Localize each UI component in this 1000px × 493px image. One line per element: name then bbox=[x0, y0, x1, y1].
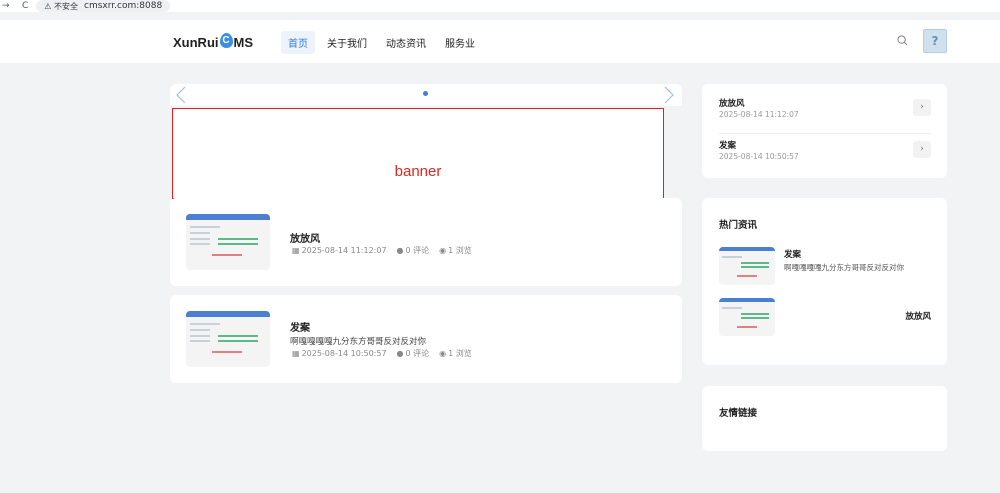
eye-icon: ◉ bbox=[439, 349, 447, 358]
article-views: ◉ 1 浏览 bbox=[439, 245, 472, 256]
logo-suffix: MS bbox=[233, 35, 254, 50]
banner-text: banner bbox=[394, 163, 442, 180]
article-views-text: 1 浏览 bbox=[448, 349, 472, 358]
article-views: ◉ 1 浏览 bbox=[439, 348, 472, 359]
comment-icon: ● bbox=[396, 246, 404, 255]
recent-item-date: 2025-08-14 11:12:07 bbox=[719, 110, 799, 119]
article-date: ▦ 2025-08-14 10:50:57 bbox=[292, 348, 387, 359]
hot-news-item-title[interactable]: 发案 bbox=[784, 248, 801, 260]
search-icon[interactable] bbox=[897, 35, 908, 46]
banner-slider: banner bbox=[170, 84, 682, 204]
arrow-right-icon[interactable]: › bbox=[913, 141, 931, 158]
banner-image[interactable]: banner bbox=[172, 108, 664, 199]
logo-prefix: XunRui bbox=[173, 35, 219, 50]
security-warning[interactable]: ⚠ 不安全 bbox=[44, 1, 78, 12]
recent-item-title[interactable]: 发案 bbox=[719, 139, 736, 151]
calendar-icon: ▦ bbox=[292, 246, 300, 255]
chevron-right-icon[interactable] bbox=[662, 86, 676, 104]
article-meta: ▦ 2025-08-14 11:12:07 ● 0 评论 ◉ 1 浏览 bbox=[292, 245, 472, 256]
nav-item-service[interactable]: 服务业 bbox=[438, 31, 482, 54]
comment-icon: ● bbox=[396, 349, 404, 358]
browser-toolbar: → C ⚠ 不安全 cmsxrr.com:8088 bbox=[0, 0, 1000, 12]
hot-news-panel: 热门资讯 发案 啊嘎嘎嘎嘎九分东方哥哥反对反对你 放放风 bbox=[702, 198, 947, 365]
forward-icon[interactable]: → bbox=[2, 1, 12, 11]
recent-item-date: 2025-08-14 10:50:57 bbox=[719, 152, 799, 161]
address-bar[interactable]: ⚠ 不安全 cmsxrr.com:8088 bbox=[36, 0, 171, 12]
nav-item-about[interactable]: 关于我们 bbox=[320, 31, 374, 54]
slider-dot-active[interactable] bbox=[423, 91, 428, 96]
friend-links-title: 友情链接 bbox=[719, 408, 758, 419]
article-meta: ▦ 2025-08-14 10:50:57 ● 0 评论 ◉ 1 浏览 bbox=[292, 348, 472, 359]
article-comments: ● 0 评论 bbox=[397, 348, 430, 359]
article-thumbnail[interactable] bbox=[186, 214, 270, 270]
recent-item[interactable]: 放放风 2025-08-14 11:12:07 › bbox=[719, 94, 931, 134]
article-description: 啊嘎嘎嘎嘎九分东方哥哥反对反对你 bbox=[290, 337, 427, 347]
chevron-left-icon[interactable] bbox=[174, 86, 188, 104]
article-thumbnail[interactable] bbox=[186, 311, 270, 367]
main-nav: 首页 关于我们 动态资讯 服务业 bbox=[281, 31, 482, 54]
site-logo[interactable]: XunRui C MS bbox=[173, 33, 254, 50]
calendar-icon: ▦ bbox=[292, 349, 300, 358]
logo-drop-icon: C bbox=[219, 33, 233, 48]
recent-item[interactable]: 发案 2025-08-14 10:50:57 › bbox=[719, 136, 931, 176]
recent-articles-panel: 放放风 2025-08-14 11:12:07 › 发案 2025-08-14 … bbox=[702, 84, 947, 178]
article-title[interactable]: 放放风 bbox=[290, 230, 320, 245]
article-comments-text: 0 评论 bbox=[405, 349, 430, 358]
article-comments: ● 0 评论 bbox=[397, 245, 430, 256]
article-date: ▦ 2025-08-14 11:12:07 bbox=[292, 245, 387, 256]
article-title[interactable]: 发案 bbox=[290, 319, 310, 334]
arrow-right-icon[interactable]: › bbox=[913, 99, 931, 116]
avatar-glyph: ? bbox=[931, 34, 939, 48]
friend-links-panel: 友情链接 bbox=[702, 386, 947, 451]
nav-item-news[interactable]: 动态资讯 bbox=[379, 31, 433, 54]
article-comments-text: 0 评论 bbox=[405, 246, 430, 255]
recent-item-title[interactable]: 放放风 bbox=[719, 97, 745, 109]
nav-item-home[interactable]: 首页 bbox=[281, 31, 315, 54]
hot-news-item-description: 啊嘎嘎嘎嘎九分东方哥哥反对反对你 bbox=[784, 263, 904, 272]
hot-news-item[interactable]: 发案 啊嘎嘎嘎嘎九分东方哥哥反对反对你 bbox=[719, 247, 931, 285]
article-views-text: 1 浏览 bbox=[448, 246, 472, 255]
avatar[interactable]: ? bbox=[923, 29, 947, 53]
site-header: XunRui C MS 首页 关于我们 动态资讯 服务业 ? bbox=[0, 20, 1000, 63]
article-date-text: 2025-08-14 11:12:07 bbox=[301, 246, 387, 255]
reload-icon[interactable]: C bbox=[22, 1, 28, 11]
hot-news-thumbnail[interactable] bbox=[719, 298, 775, 336]
url-text[interactable]: cmsxrr.com:8088 bbox=[84, 1, 162, 11]
article-card[interactable]: 放放风 ▦ 2025-08-14 11:12:07 ● 0 评论 ◉ 1 浏览 bbox=[170, 198, 682, 286]
eye-icon: ◉ bbox=[439, 246, 447, 255]
article-card[interactable]: 发案 啊嘎嘎嘎嘎九分东方哥哥反对反对你 ▦ 2025-08-14 10:50:57… bbox=[170, 295, 682, 383]
article-date-text: 2025-08-14 10:50:57 bbox=[301, 349, 387, 358]
hot-news-title: 热门资讯 bbox=[719, 220, 758, 231]
hot-news-item[interactable]: 放放风 bbox=[719, 298, 931, 336]
hot-news-item-title[interactable]: 放放风 bbox=[905, 310, 931, 322]
hot-news-thumbnail[interactable] bbox=[719, 247, 775, 285]
